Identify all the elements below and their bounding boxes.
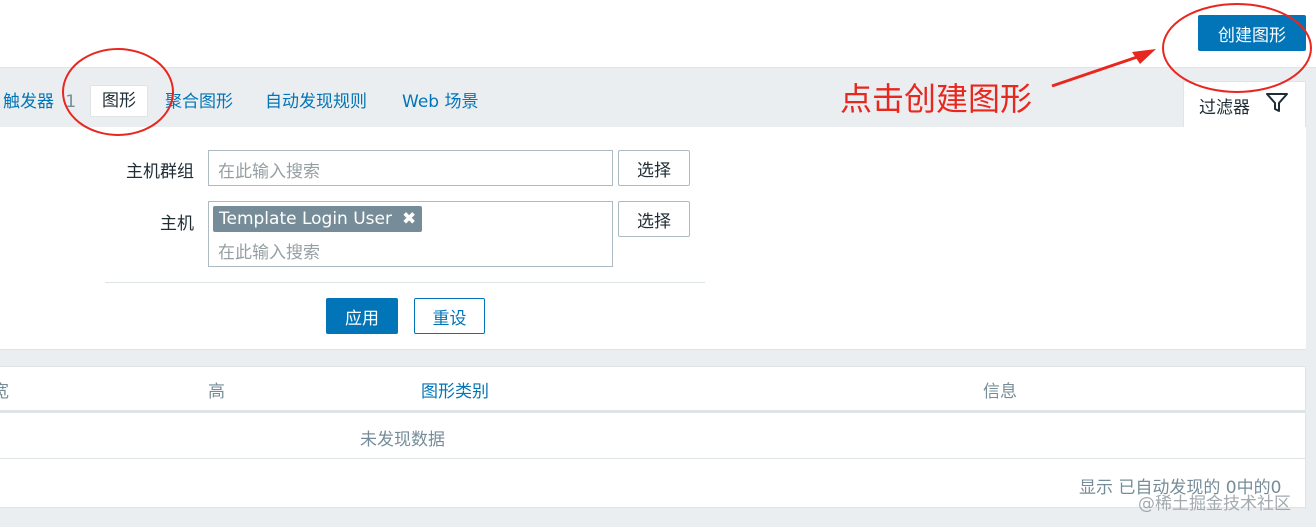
create-graph-button[interactable]: 创建图形 — [1198, 15, 1306, 51]
column-graph-type[interactable]: 图形类别 — [421, 377, 489, 402]
host-input[interactable]: Template Login User ✖ 在此输入搜索 — [208, 201, 613, 267]
funnel-icon — [1266, 92, 1288, 118]
host-group-input[interactable]: 在此输入搜索 — [208, 150, 613, 186]
host-placeholder: 在此输入搜索 — [218, 243, 320, 263]
tab-discovery-rules[interactable]: 自动发现规则 — [265, 87, 367, 119]
tab-graphs[interactable]: 图形 — [90, 85, 148, 117]
empty-message: 未发现数据 — [360, 430, 445, 450]
tab-screens-label: 聚合图形 — [165, 92, 233, 112]
host-tag: Template Login User ✖ — [213, 206, 423, 232]
host-select-button[interactable]: 选择 — [618, 201, 690, 237]
tab-triggers-count: 1 — [65, 92, 77, 112]
tab-graphs-label: 图形 — [102, 91, 136, 111]
table-header-divider — [0, 410, 1306, 413]
tabs-strip: 触发器 1 图形 聚合图形 自动发现规则 Web 场景 — [0, 67, 1316, 127]
filter-panel: 主机群组 在此输入搜索 选择 主机 Template Login User ✖ … — [0, 127, 1306, 350]
tab-screens[interactable]: 聚合图形 — [165, 87, 233, 119]
column-height: 高 — [208, 382, 225, 402]
host-label: 主机 — [160, 214, 194, 234]
column-info: 信息 — [983, 382, 1017, 402]
tab-web-scenarios[interactable]: Web 场景 — [402, 87, 478, 119]
reset-button[interactable]: 重设 — [414, 298, 485, 334]
table-row-divider — [0, 458, 1306, 459]
tab-web-scenarios-label: Web 场景 — [402, 92, 479, 112]
filter-divider — [105, 282, 705, 283]
host-group-label: 主机群组 — [126, 162, 194, 182]
host-tag-label: Template Login User — [219, 209, 392, 229]
top-bar — [0, 0, 1316, 67]
column-width: 宽 — [0, 382, 9, 402]
host-group-placeholder: 在此输入搜索 — [218, 162, 320, 182]
tab-triggers-label: 触发器 — [3, 92, 54, 112]
apply-button[interactable]: 应用 — [326, 298, 398, 334]
watermark: @稀土掘金技术社区 — [1138, 494, 1291, 514]
tab-discovery-rules-label: 自动发现规则 — [265, 92, 367, 112]
close-icon[interactable]: ✖ — [402, 209, 416, 229]
annotation-text: 点击创建图形 — [840, 80, 1033, 118]
tab-triggers[interactable]: 触发器 1 — [3, 87, 76, 119]
filter-tab-label: 过滤器 — [1199, 97, 1250, 118]
host-group-select-button[interactable]: 选择 — [618, 150, 690, 186]
filter-toggle-tab[interactable]: 过滤器 — [1183, 81, 1306, 128]
